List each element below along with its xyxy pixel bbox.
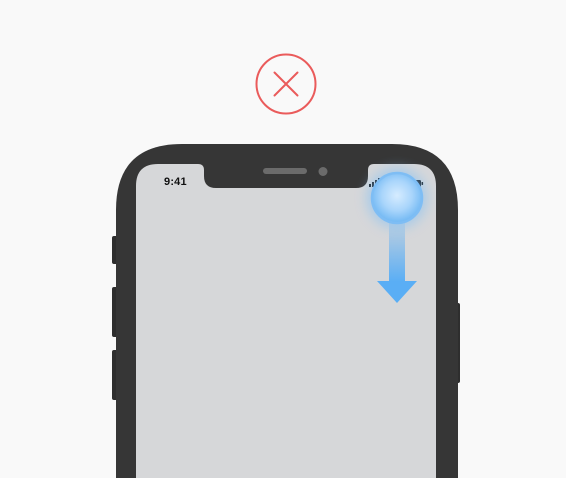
earpiece-speaker: [263, 168, 307, 174]
close-icon: [255, 53, 317, 115]
front-camera: [318, 167, 328, 176]
swipe-trail: [389, 220, 405, 282]
status-bar-time: 9:41: [164, 176, 187, 188]
touch-point: [370, 171, 424, 225]
